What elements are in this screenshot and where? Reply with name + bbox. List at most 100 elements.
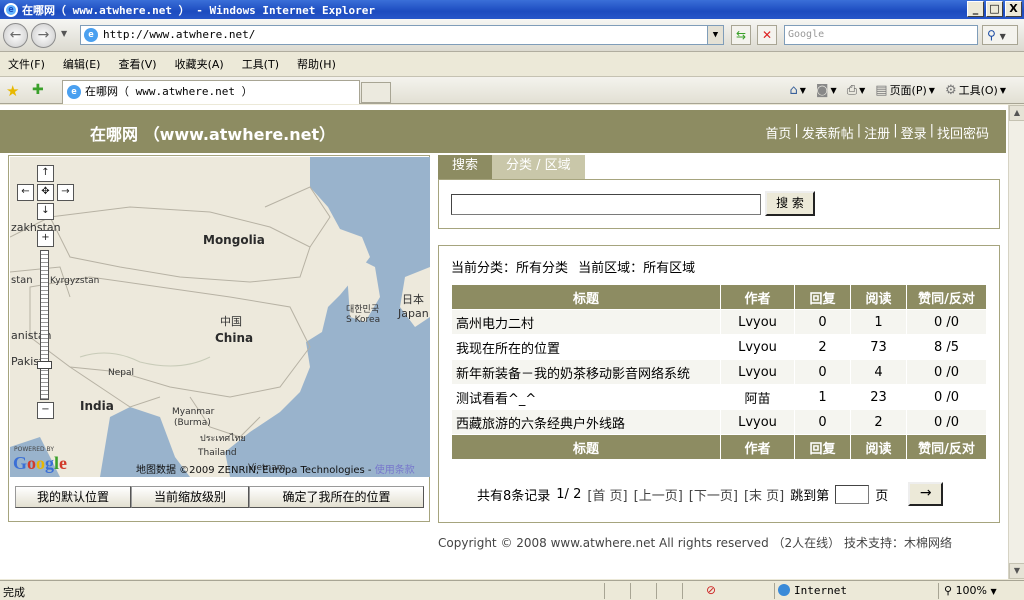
page-menu-button[interactable]: ▤ 页面(P) ▼ (875, 82, 935, 98)
tab-bar: ★ ✚ e 在哪网（ www.atwhere.net ） ⌂ ▼ ◙ ▼ ⎙ ▼ ▤ 页… (0, 76, 1024, 104)
pan-center-button[interactable]: ✥ (37, 184, 54, 201)
zoom-level[interactable]: ⚲ 100% ▼ (944, 584, 997, 597)
refresh-button[interactable]: ⇆ (731, 25, 751, 45)
nav-home[interactable]: 首页 (762, 123, 794, 142)
post-author[interactable]: Lvyou (720, 334, 795, 360)
nav-register[interactable]: 注册 (861, 123, 893, 142)
close-button[interactable]: X (1005, 1, 1022, 17)
next-page-link[interactable]: [下一页] (689, 485, 738, 504)
menu-help[interactable]: 帮助(H) (297, 56, 336, 72)
post-title[interactable]: 我现在所在的位置 (451, 334, 721, 360)
forward-button[interactable]: → (31, 23, 56, 48)
post-author[interactable]: Lvyou (720, 309, 795, 335)
keyword-input[interactable] (451, 194, 761, 215)
history-dropdown-icon[interactable]: ▼ (61, 29, 67, 38)
post-title[interactable]: 新年新装备－我的奶茶移动影音网络系统 (451, 359, 721, 385)
tab-search[interactable]: 搜索 (438, 155, 493, 179)
tools-menu-button[interactable]: ⚙ 工具(O) ▼ (945, 82, 1006, 98)
browser-tab[interactable]: e 在哪网（ www.atwhere.net ） (62, 80, 360, 104)
zoom-in-button[interactable]: + (37, 230, 54, 247)
address-url: http://www.atwhere.net/ (103, 28, 256, 41)
page-number-input[interactable] (835, 484, 870, 504)
post-title[interactable]: 高州电力二村 (451, 309, 721, 335)
maximize-button[interactable]: □ (986, 1, 1003, 17)
post-reads: 4 (850, 359, 907, 385)
address-dropdown-icon[interactable]: ▼ (707, 26, 723, 44)
map-label-korea: S Korea (346, 315, 381, 325)
zoom-out-button[interactable]: − (37, 402, 54, 419)
col-replies: 回复 (794, 284, 851, 310)
map-terms-link[interactable]: 使用条款 (375, 465, 415, 476)
map-label-myanmar: Myanmar (172, 407, 215, 417)
menu-tools[interactable]: 工具(T) (242, 56, 279, 72)
nav-login[interactable]: 登录 (898, 123, 930, 142)
map-label-stan: stan (11, 275, 33, 286)
go-page-button[interactable]: → (908, 482, 944, 506)
popup-blocked-icon[interactable]: ⊘ (706, 583, 716, 597)
post-reads: 2 (850, 409, 907, 435)
first-page-link[interactable]: [首 页] (587, 485, 627, 504)
menu-edit[interactable]: 编辑(E) (63, 56, 101, 72)
print-button[interactable]: ⎙ ▼ (847, 83, 866, 98)
site-title: 在哪网 （www.atwhere.net） (90, 125, 336, 144)
table-header-row: 标题 作者 回复 阅读 赞同/反对 (451, 284, 987, 310)
table-row: 新年新装备－我的奶茶移动影音网络系统 Lvyou 0 4 0 /0 (451, 359, 987, 385)
col-reads-footer: 阅读 (850, 434, 907, 460)
page-icon: e (84, 28, 98, 42)
pan-down-button[interactable]: ↓ (37, 203, 54, 220)
map-label-nepal: Nepal (108, 368, 134, 378)
search-options-icon[interactable]: ▼ (1000, 32, 1006, 41)
scroll-up-arrow[interactable]: ▲ (1009, 105, 1024, 121)
post-title[interactable]: 西藏旅游的六条经典户外线路 (451, 409, 721, 435)
site-header: 在哪网 （www.atwhere.net） 首页 | 发表新帖 | 注册 | 登录 | … (0, 110, 1006, 153)
pan-right-button[interactable]: → (57, 184, 74, 201)
window-titlebar[interactable]: e 在哪网（ www.atwhere.net ） - Windows Inter… (0, 0, 1024, 19)
menu-view[interactable]: 查看(V) (118, 56, 156, 72)
add-favorite-icon[interactable]: ✚ (32, 82, 44, 98)
search-button[interactable]: 搜 索 (765, 191, 815, 216)
status-divider (938, 583, 939, 599)
pan-left-button[interactable]: ← (17, 184, 34, 201)
favorites-star-icon[interactable]: ★ (6, 82, 19, 100)
google-logo[interactable]: Google (13, 453, 67, 474)
stop-button[interactable]: ✕ (757, 25, 777, 45)
post-title[interactable]: 测试看看^_^ (451, 384, 721, 410)
post-author[interactable]: 阿苗 (720, 384, 795, 410)
menu-favorites[interactable]: 收藏夹(A) (175, 56, 224, 72)
scroll-down-arrow[interactable]: ▼ (1009, 563, 1024, 579)
zoom-slider-track[interactable] (40, 250, 49, 400)
new-tab-button[interactable] (361, 82, 391, 103)
security-zone[interactable]: Internet (778, 584, 847, 597)
col-votes: 赞同/反对 (906, 284, 987, 310)
search-go-button[interactable]: ⚲ ▼ (982, 25, 1018, 45)
status-bar: 完成 ⊘ Internet ⚲ 100% ▼ (0, 580, 1024, 600)
google-map[interactable]: zakhstan Mongolia stan Kyrgyzstan 中国 Chi… (10, 157, 430, 477)
map-label-thailand-th: ประเทศไทย (200, 434, 246, 444)
last-page-link[interactable]: [末 页] (744, 485, 784, 504)
page-footer: Copyright © 2008 www.atwhere.net All rig… (438, 536, 952, 550)
home-button[interactable]: ⌂ ▼ (790, 83, 806, 98)
confirm-location-button[interactable]: 确定了我所在的位置 (249, 486, 424, 508)
current-category: 当前分类：所有分类 (451, 261, 569, 276)
post-votes: 0 /0 (906, 409, 987, 435)
current-zoom-button[interactable]: 当前缩放级别 (131, 486, 249, 508)
nav-recover-password[interactable]: 找回密码 (934, 123, 992, 142)
tab-category-region[interactable]: 分类 / 区域 (492, 155, 585, 179)
menu-file[interactable]: 文件(F) (8, 56, 45, 72)
nav-new-post[interactable]: 发表新帖 (799, 123, 857, 142)
search-input[interactable]: Google (784, 25, 978, 45)
post-author[interactable]: Lvyou (720, 409, 795, 435)
prev-page-link[interactable]: [上一页] (634, 485, 683, 504)
default-location-button[interactable]: 我的默认位置 (15, 486, 131, 508)
minimize-button[interactable]: _ (967, 1, 984, 17)
pan-up-button[interactable]: ↑ (37, 165, 54, 182)
map-label-japan: Japan (398, 307, 429, 320)
magnifier-icon: ⚲ (987, 28, 996, 42)
zoom-slider-knob[interactable] (37, 361, 52, 369)
post-author[interactable]: Lvyou (720, 359, 795, 385)
feeds-button[interactable]: ◙ ▼ (816, 83, 837, 98)
back-button[interactable]: ← (3, 23, 28, 48)
address-input[interactable]: e http://www.atwhere.net/ ▼ (80, 25, 724, 45)
vertical-scrollbar[interactable]: ▲ ▼ (1008, 105, 1024, 579)
col-author: 作者 (720, 284, 795, 310)
